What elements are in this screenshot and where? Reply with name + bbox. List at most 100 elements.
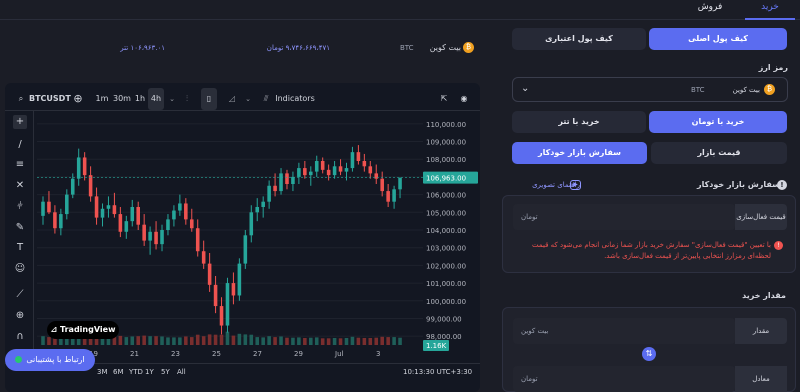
candle-body: [368, 166, 373, 174]
support-button[interactable]: ارتباط با پشتیبانی: [5, 349, 95, 371]
volume-bar: [314, 337, 319, 345]
amount-card: بیت کوین مقدار ⇅ تومان معادل: [502, 307, 796, 392]
candle-body: [195, 228, 200, 252]
auto-order-button[interactable]: سفارش بازار خودکار: [512, 142, 647, 164]
bitcoin-icon: ₿: [764, 84, 775, 95]
candle-body: [362, 161, 367, 167]
volume-bar: [303, 338, 307, 345]
candle-body: [201, 251, 206, 264]
equivalent-input[interactable]: تومان: [513, 366, 735, 392]
candle-body: [124, 221, 129, 232]
volume-bar: [356, 337, 361, 345]
candle-body: [154, 231, 158, 245]
chart-panel: ⌕ BTCUSDT ⊕ 1m 30m 1h 4h ⌄ ⫶ ▯ ◿ ⌄ ⫻ Ind…: [5, 83, 480, 392]
volume-bar: [398, 337, 402, 345]
online-dot-icon: [15, 356, 23, 363]
video-icon: ▶: [570, 180, 581, 190]
range-button-3m[interactable]: 3M: [97, 368, 108, 376]
volume-bar: [172, 337, 176, 345]
volume-bar: [207, 334, 212, 345]
volume-bar: [154, 336, 158, 345]
candle-body: [59, 214, 63, 229]
market-price-button[interactable]: قیمت بازار: [651, 142, 787, 164]
candle-body: [94, 196, 99, 218]
qty-unit: بیت کوین: [521, 327, 549, 335]
candle-body: [320, 161, 325, 170]
candle-body: [255, 207, 260, 213]
volume-bar: [148, 336, 152, 345]
candle-body: [70, 178, 75, 195]
volume-bar: [380, 336, 384, 345]
qty-label: مقدار: [735, 318, 787, 344]
info-icon[interactable]: !: [777, 180, 787, 190]
range-button-6m[interactable]: 6M: [113, 368, 124, 376]
wallet-main-button[interactable]: کیف پول اصلی: [649, 28, 787, 50]
candle-body: [130, 207, 135, 222]
top-tabs: خرید فروش: [0, 0, 800, 20]
volume-bar: [297, 337, 301, 345]
price-chart[interactable]: 110,000.00109,000.00108,000.00107,000.00…: [5, 83, 480, 392]
volume-bar: [219, 334, 224, 345]
price-tether: ۱۰۶،۹۶۳.۰۱ تتر: [120, 44, 165, 52]
volume-bar: [309, 337, 313, 345]
range-button-all[interactable]: All: [177, 368, 186, 376]
volume-bar: [326, 338, 331, 345]
volume-bar: [124, 337, 129, 345]
volume-bar: [249, 334, 254, 345]
candle-body: [160, 230, 164, 245]
volume-bar: [279, 336, 283, 345]
candle-body: [237, 263, 242, 296]
candle-body: [106, 205, 111, 209]
range-button-5y[interactable]: 5Y: [161, 368, 170, 376]
candle-body: [166, 219, 170, 230]
volume-bar: [368, 338, 373, 345]
trigger-label: قیمت فعال‌سازی: [735, 204, 787, 230]
pay-toman-button[interactable]: خرید با تومان: [649, 111, 787, 133]
candle-body: [249, 212, 254, 236]
candle-body: [309, 171, 313, 176]
volume-bar: [136, 336, 140, 345]
tradingview-watermark: ⊿ TradingView: [47, 321, 119, 339]
y-tick-label: 110,000.00: [426, 121, 466, 129]
candle-body: [291, 176, 295, 184]
candle-body: [273, 185, 277, 192]
y-tick-label: 101,000.00: [426, 280, 466, 288]
volume-bar: [41, 336, 45, 345]
tab-buy[interactable]: خرید: [745, 0, 795, 20]
candle-body: [47, 201, 51, 213]
watermark-text: TradingView: [60, 325, 116, 334]
candle-body: [142, 224, 146, 241]
tab-sell[interactable]: فروش: [690, 0, 730, 20]
range-button-1y[interactable]: 1Y: [145, 368, 154, 376]
volume-bar: [231, 335, 236, 345]
x-tick-label: 27: [253, 350, 262, 358]
candle-body: [172, 210, 176, 220]
candle-body: [344, 168, 349, 172]
currency-select[interactable]: ₿ بیت کوین BTC ⌄: [512, 77, 788, 102]
qty-input[interactable]: بیت کوین: [513, 318, 735, 344]
candle-body: [303, 168, 307, 176]
volume-bar: [350, 336, 355, 345]
wallet-credit-button[interactable]: کیف پول اعتباری: [512, 28, 646, 50]
bitcoin-icon: ₿: [463, 42, 474, 53]
volume-badge-label: 1.16K: [426, 342, 447, 350]
candle-body: [398, 177, 402, 190]
volume-bar: [273, 337, 277, 345]
volume-bar: [344, 338, 349, 345]
trigger-price-input[interactable]: تومان: [513, 204, 735, 230]
candle-body: [386, 191, 390, 202]
range-button-ytd[interactable]: YTD: [129, 368, 143, 376]
volume-bar: [47, 337, 51, 345]
coin-symbol: BTC: [400, 44, 414, 52]
volume-bar: [225, 331, 230, 345]
candle-body: [297, 168, 301, 177]
x-tick-label: 29: [294, 350, 303, 358]
candle-body: [82, 157, 87, 176]
pay-tether-button[interactable]: خرید با تتر: [512, 111, 646, 133]
x-tick-label: 23: [171, 350, 180, 358]
volume-bar: [166, 337, 170, 345]
candle-body: [88, 175, 93, 197]
candle-body: [136, 207, 140, 225]
candle-body: [41, 201, 45, 216]
swap-icon[interactable]: ⇅: [642, 347, 656, 361]
